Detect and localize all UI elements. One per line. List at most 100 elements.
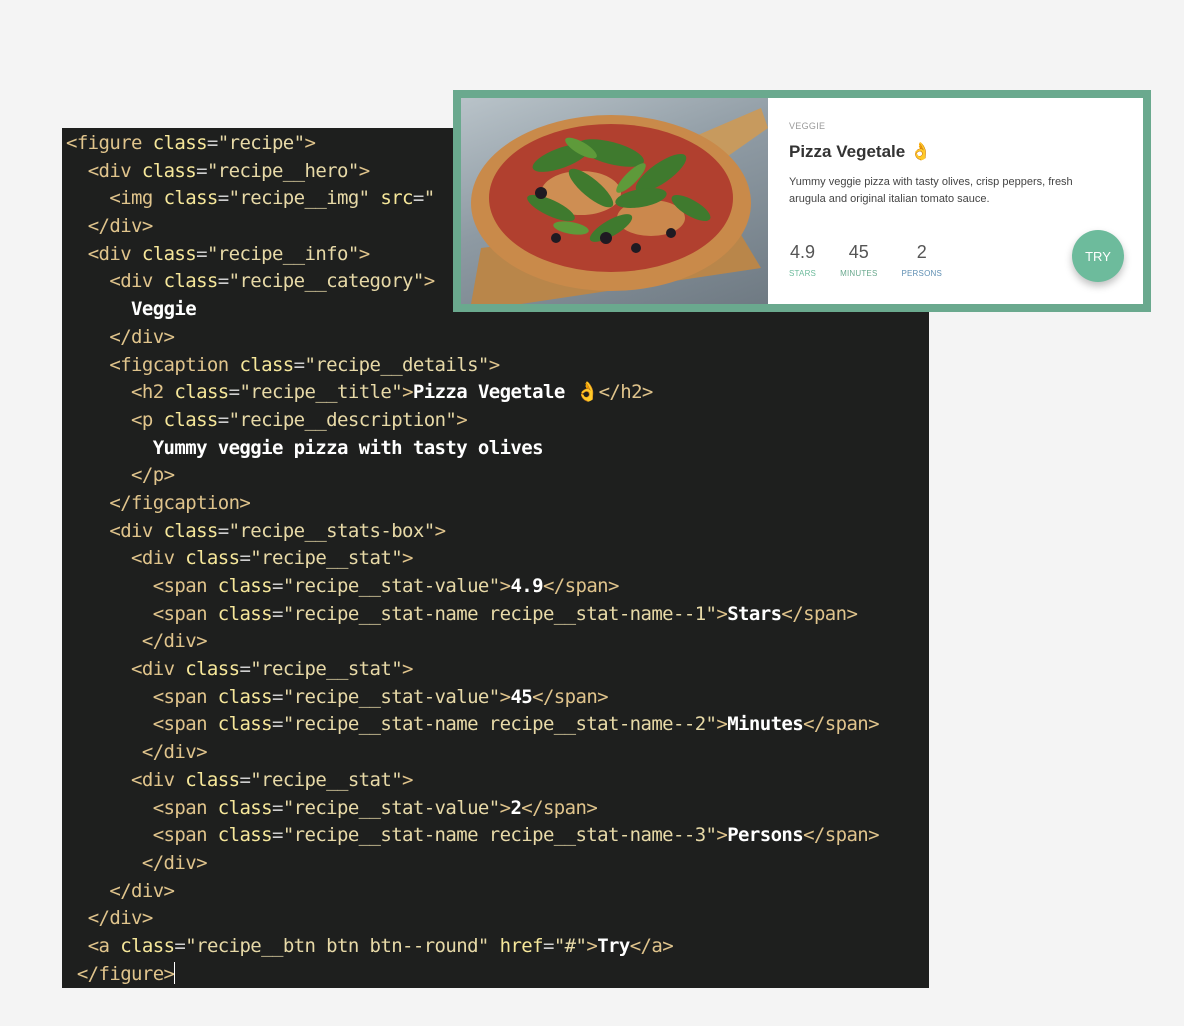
recipe-stat-stars: 4.9 STARS [789, 242, 816, 278]
code-token: "recipe__stat" [250, 547, 403, 570]
code-token: <h2 [131, 381, 164, 404]
code-token: </div> [109, 325, 175, 348]
code-line[interactable]: </div> [66, 628, 879, 656]
code-token: Pizza Vegetale 👌 [412, 381, 599, 404]
code-token: = [271, 685, 283, 708]
code-token: </h2> [598, 381, 654, 404]
code-line[interactable]: <div class="recipe__stat"> [66, 767, 879, 795]
code-token: <div [87, 159, 132, 182]
code-token: "recipe__stat-name recipe__stat-name--2" [282, 713, 717, 736]
try-button[interactable]: TRY [1072, 230, 1124, 282]
code-line[interactable]: <span class="recipe__stat-value">4.9</sp… [66, 573, 879, 601]
code-token: = [174, 934, 186, 957]
code-token: class [217, 602, 273, 625]
code-line[interactable]: <p class="recipe__description"> [66, 407, 879, 435]
code-line[interactable]: <div class="recipe__stat"> [66, 656, 879, 684]
code-token: "recipe__stat" [250, 768, 403, 791]
code-token: </div> [141, 630, 208, 653]
code-token: Stars [727, 602, 782, 625]
code-line[interactable]: <span class="recipe__stat-name recipe__s… [66, 711, 880, 739]
stat-name: STARS [789, 269, 817, 278]
code-token: = [217, 519, 229, 542]
code-line[interactable]: <span class="recipe__stat-value">2</span… [66, 795, 879, 823]
code-token: class [239, 353, 294, 376]
code-token: "#" [553, 934, 587, 957]
code-token: = [239, 658, 251, 681]
code-token: 2 [510, 796, 522, 819]
code-line[interactable]: </div> [66, 850, 879, 878]
code-token: <span [152, 602, 208, 625]
code-token: class [185, 547, 240, 570]
code-line[interactable]: </div> [66, 324, 879, 352]
code-token: <span [152, 796, 208, 819]
code-token: > [304, 132, 316, 154]
code-line[interactable]: </p> [66, 462, 879, 490]
code-token: > [488, 353, 500, 376]
code-token: class [217, 824, 273, 847]
stat-name: MINUTES [840, 269, 878, 278]
code-line[interactable]: <figcaption class="recipe__details"> [66, 352, 879, 380]
code-line[interactable]: <div class="recipe__stat"> [66, 545, 879, 573]
code-token: </span> [542, 575, 619, 597]
code-token: class [163, 270, 219, 293]
code-token: > [434, 519, 446, 542]
code-token: > [499, 575, 511, 597]
code-token: <div [131, 547, 175, 570]
code-token: <span [152, 685, 208, 708]
code-line[interactable]: <span class="recipe__stat-name recipe__s… [66, 822, 880, 850]
code-line[interactable]: </figure> [66, 961, 879, 989]
code-token: 4.9 [510, 575, 543, 597]
code-line[interactable]: <span class="recipe__stat-value">45</spa… [66, 684, 879, 712]
recipe-hero [461, 98, 768, 304]
code-token: > [402, 768, 413, 791]
code-token: "recipe__stats-box" [228, 519, 436, 542]
recipe-stat-minutes: 45 MINUTES [840, 242, 877, 278]
code-token: "recipe__img" [228, 187, 371, 210]
code-line[interactable]: <span class="recipe__stat-name recipe__s… [66, 601, 879, 629]
code-token: > [456, 408, 468, 431]
code-token: = [228, 381, 240, 404]
code-token: "recipe__info" [206, 242, 359, 265]
code-token: src [380, 187, 413, 210]
code-token: > [716, 824, 728, 847]
code-token: > [716, 602, 728, 625]
code-token: = [412, 187, 424, 210]
code-token: Try [597, 934, 630, 957]
code-line[interactable]: </div> [66, 878, 879, 906]
code-line[interactable]: </div> [66, 905, 879, 933]
code-token: "recipe__stat-value" [282, 575, 500, 597]
code-line[interactable]: <h2 class="recipe__title">Pizza Vegetale… [66, 379, 879, 407]
code-token: </span> [532, 685, 608, 708]
code-line[interactable]: </figcaption> [66, 490, 879, 518]
code-line[interactable]: Yummy veggie pizza with tasty olives [66, 435, 879, 463]
code-token: > [716, 713, 728, 736]
code-token: class [217, 575, 273, 597]
code-token: = [271, 713, 283, 736]
code-token: = [271, 575, 283, 597]
code-line[interactable]: </div> [66, 739, 879, 767]
recipe-info: VEGGIE Pizza Vegetale 👌 Yummy veggie piz… [768, 98, 1143, 304]
code-line[interactable]: <div class="recipe__stats-box"> [66, 518, 879, 546]
code-token: class [120, 934, 175, 957]
code-token: </p> [131, 464, 175, 487]
code-token: class [163, 408, 219, 431]
code-token: <div [131, 768, 175, 791]
code-token: = [271, 796, 283, 819]
code-line[interactable]: <a class="recipe__btn btn btn--round" hr… [66, 933, 879, 961]
